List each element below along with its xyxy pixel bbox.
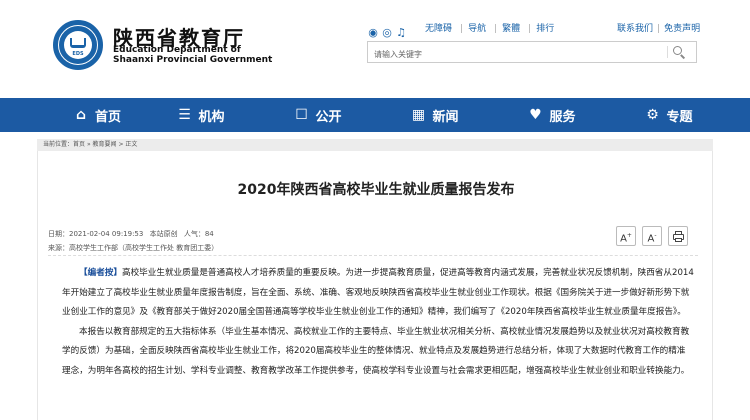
service-icon: ♥ bbox=[529, 107, 542, 123]
open-icon: ☐ bbox=[295, 107, 308, 123]
article-title: 2020年陕西省高校毕业生就业质量报告发布 bbox=[237, 182, 515, 198]
nav-org[interactable]: ☰ 机构 bbox=[142, 98, 259, 132]
separator: | bbox=[494, 24, 498, 34]
article-paragraph: 【编者按】高校毕业生就业质量是普通高校人才培养质量的重要反映。为进一步提高教育质… bbox=[62, 264, 694, 323]
nav-service-label: 服务 bbox=[549, 109, 576, 125]
right-links: 联系我们 | 免责声明 bbox=[617, 21, 700, 34]
nav-home-label: 首页 bbox=[95, 109, 122, 125]
paragraph-text: 高校毕业生就业质量是普通高校人才培养质量的重要反映。为进一步提高教育质量，促进高… bbox=[62, 268, 694, 318]
link-disclaimer[interactable]: 免责声明 bbox=[664, 24, 700, 34]
nav-open-label: 公开 bbox=[315, 109, 342, 125]
link-contact[interactable]: 联系我们 bbox=[617, 24, 653, 34]
nav-org-label: 机构 bbox=[198, 109, 225, 125]
site-title-en-line2: Shaanxi Provincial Government bbox=[113, 55, 273, 65]
article-paragraph: 本报告以教育部规定的五大指标体系（毕业生基本情况、高校就业工作的主要特点、毕业生… bbox=[62, 323, 694, 382]
print-icon[interactable] bbox=[668, 226, 688, 246]
breadcrumb-news[interactable]: 教育要闻 bbox=[93, 141, 117, 148]
nav-news[interactable]: ▦ 新闻 bbox=[376, 98, 493, 132]
article-date: 日期：2021-02-04 09:19:53 bbox=[48, 230, 144, 238]
site-header: EDS 陕西省教育厅 Education Department of Shaan… bbox=[0, 0, 750, 98]
search-box bbox=[367, 41, 697, 65]
article-views: 人气：84 bbox=[183, 230, 214, 238]
link-accessibility[interactable]: 无障碍 bbox=[425, 24, 452, 34]
top-links: 无障碍 | 导航 | 繁體 | 排行 bbox=[425, 21, 557, 34]
logo-text: EDS bbox=[72, 51, 84, 57]
nav-topic-label: 专题 bbox=[666, 109, 693, 125]
nav-service[interactable]: ♥ 服务 bbox=[493, 98, 610, 132]
separator: | bbox=[657, 24, 661, 34]
news-icon: ▦ bbox=[411, 107, 426, 123]
nav-topic[interactable]: ⚙ 专题 bbox=[610, 98, 727, 132]
breadcrumb-separator: » bbox=[85, 141, 93, 148]
search-divider bbox=[667, 46, 668, 58]
logo-emblem[interactable]: EDS bbox=[53, 20, 103, 70]
link-ranking[interactable]: 排行 bbox=[536, 24, 554, 34]
article-source: 来源：高校学生工作部（高校学生工作处 教育团工委） bbox=[48, 244, 219, 252]
home-icon: ⌂ bbox=[75, 107, 87, 123]
main-nav: ⌂ 首页 ☰ 机构 ☐ 公开 ▦ 新闻 ♥ 服务 ⚙ 专题 bbox=[0, 98, 750, 132]
nav-home[interactable]: ⌂ 首页 bbox=[45, 98, 142, 132]
site-title-en-line1: Education Department of bbox=[113, 45, 241, 55]
link-traditional[interactable]: 繁體 bbox=[502, 24, 520, 34]
social-icons: ◉ ◎ ♫ bbox=[367, 21, 413, 39]
font-decrease-button[interactable]: A- bbox=[642, 226, 662, 246]
breadcrumb: 当前位置：首页 » 教育要闻 > 正文 bbox=[37, 139, 713, 151]
meta-divider bbox=[48, 255, 698, 256]
breadcrumb-home[interactable]: 首页 bbox=[73, 141, 85, 148]
book-icon bbox=[70, 38, 86, 48]
org-icon: ☰ bbox=[178, 107, 191, 123]
separator: | bbox=[528, 24, 532, 34]
wechat-icon[interactable]: ◉ bbox=[367, 27, 379, 39]
search-input[interactable] bbox=[368, 44, 658, 65]
link-navigation[interactable]: 导航 bbox=[468, 24, 486, 34]
paragraph-text: 本报告以教育部规定的五大指标体系（毕业生基本情况、高校就业工作的主要特点、毕业生… bbox=[62, 326, 690, 376]
breadcrumb-prefix: 当前位置： bbox=[43, 141, 74, 148]
article-tools: A+ A- bbox=[616, 226, 694, 246]
breadcrumb-current: 正文 bbox=[125, 141, 138, 148]
site-title-en: Education Department of Shaanxi Provinci… bbox=[113, 45, 272, 65]
article-body: 【编者按】高校毕业生就业质量是普通高校人才培养质量的重要反映。为进一步提高教育质… bbox=[62, 264, 694, 382]
weibo-icon[interactable]: ◎ bbox=[381, 27, 393, 39]
search-icon[interactable] bbox=[672, 45, 686, 59]
font-increase-button[interactable]: A+ bbox=[616, 226, 636, 246]
tiktok-icon[interactable]: ♫ bbox=[395, 27, 407, 39]
editor-note-tag: 【编者按】 bbox=[79, 268, 122, 278]
nav-open[interactable]: ☐ 公开 bbox=[259, 98, 376, 132]
article-container: 2020年陕西省高校毕业生就业质量报告发布 日期：2021-02-04 09:1… bbox=[37, 151, 713, 420]
topic-icon: ⚙ bbox=[646, 107, 659, 123]
font-increase-label: A bbox=[620, 233, 627, 245]
nav-news-label: 新闻 bbox=[432, 109, 459, 125]
separator: | bbox=[460, 24, 464, 34]
article-meta: 日期：2021-02-04 09:19:53 本站原创 人气：84 bbox=[48, 229, 218, 239]
article-site: 本站原创 bbox=[149, 230, 178, 238]
